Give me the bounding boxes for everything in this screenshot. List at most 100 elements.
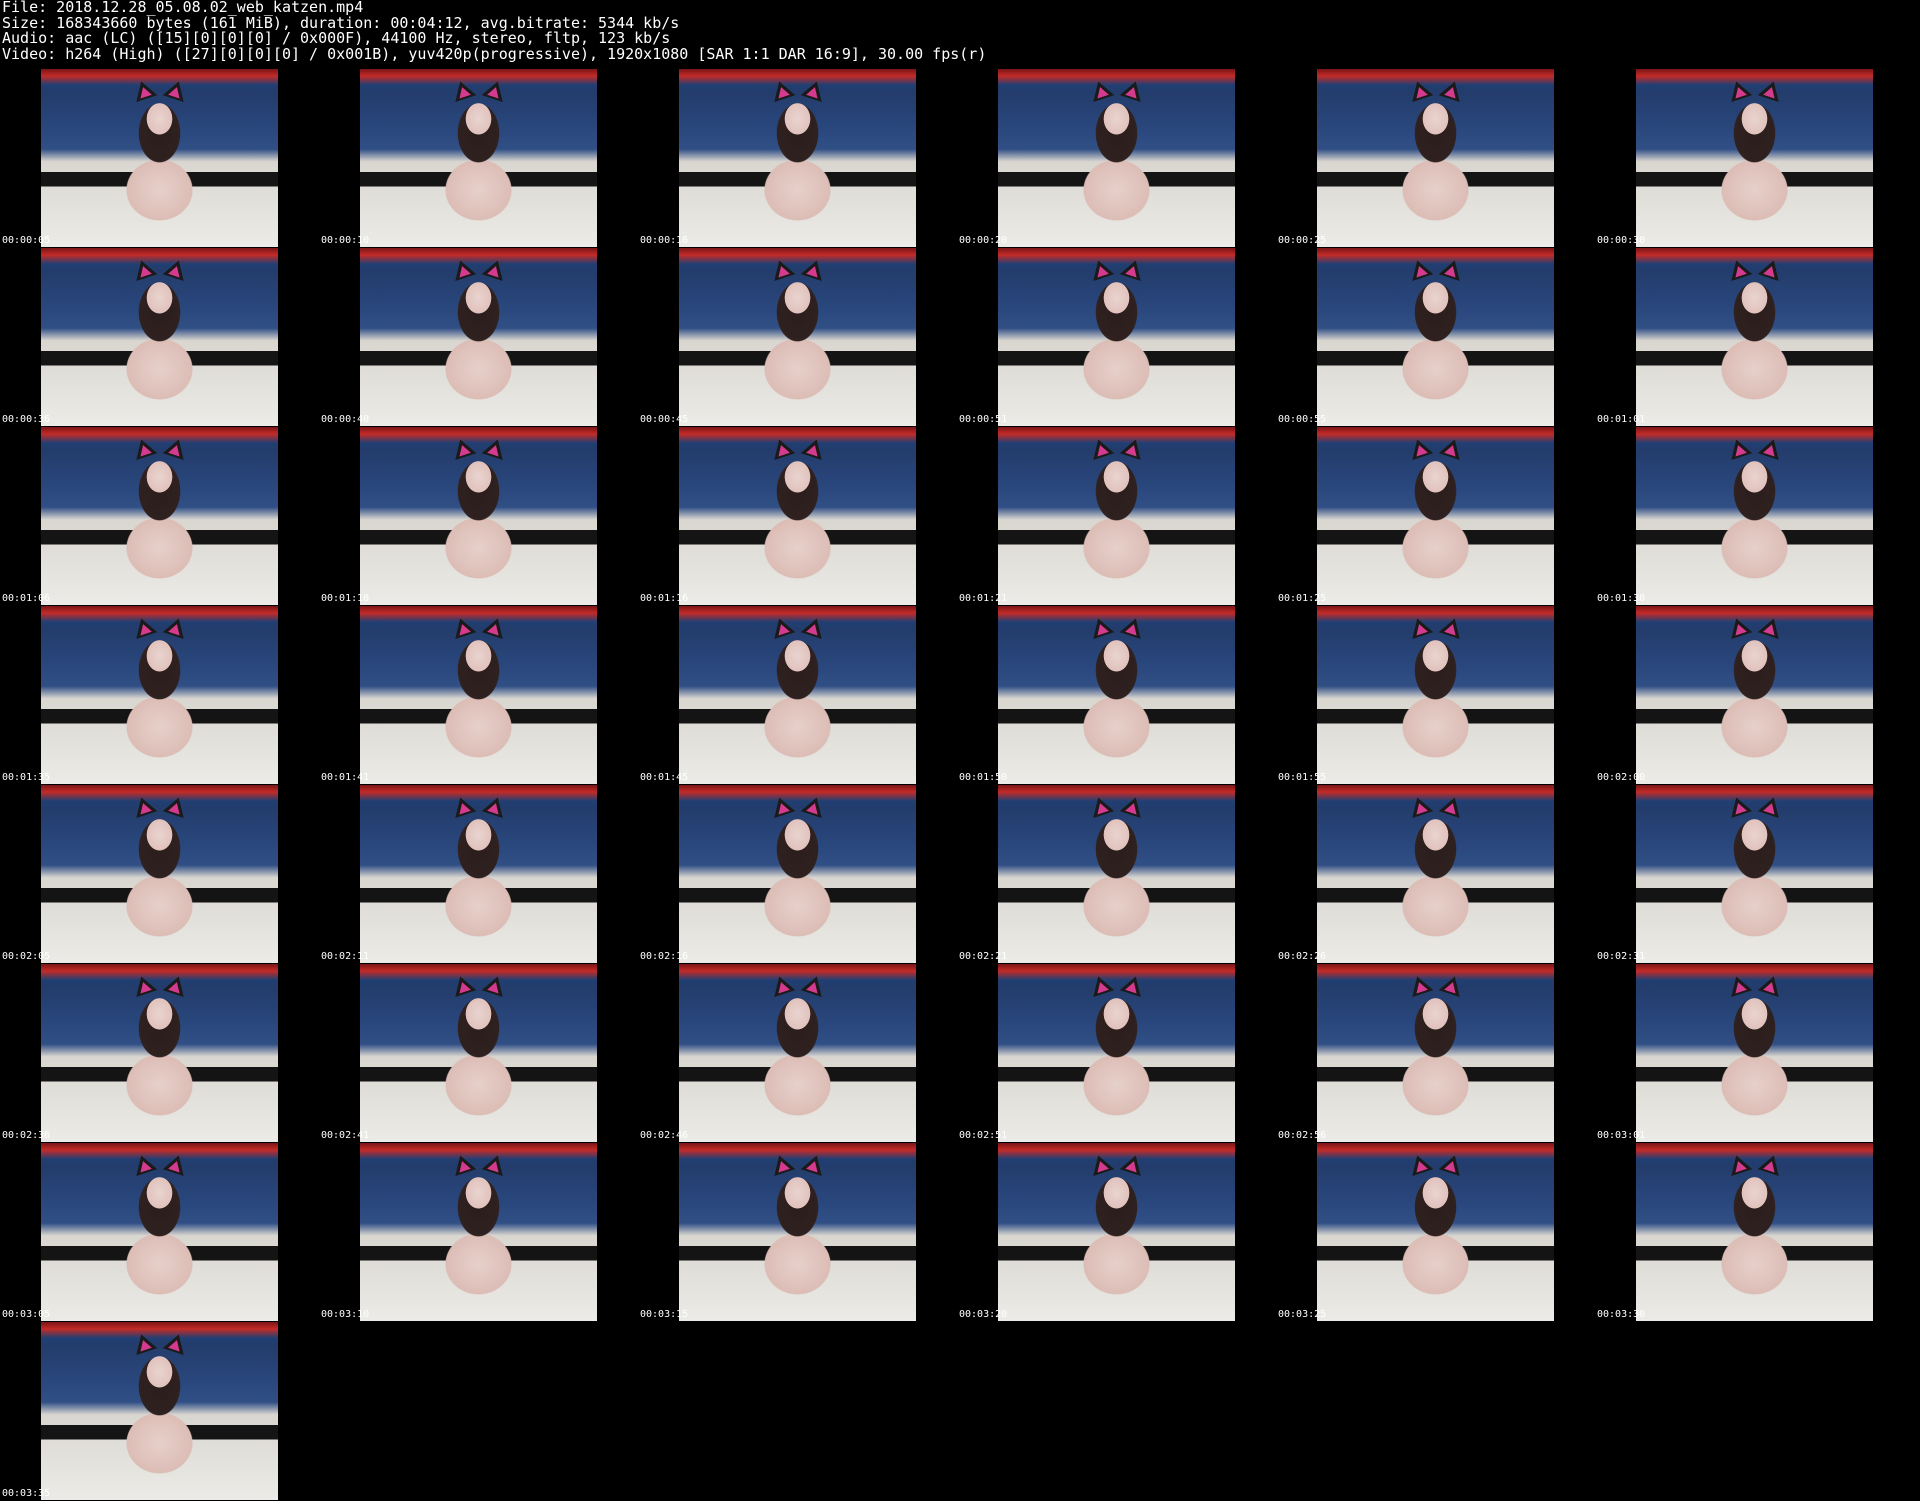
cat-ear-icon	[1757, 973, 1785, 997]
cat-ear-icon	[1725, 257, 1753, 281]
thumbnail: 00:01:30	[1595, 427, 1914, 606]
thumbnail: 00:00:36	[0, 248, 319, 427]
cat-ear-icon	[1406, 436, 1434, 460]
cat-ear-icon	[1087, 973, 1115, 997]
thumbnail-frame-image	[360, 1143, 597, 1321]
cat-ear-icon	[130, 973, 158, 997]
cat-ear-icon	[162, 78, 190, 102]
thumbnail-timestamp: 00:00:30	[1597, 235, 1646, 246]
cat-ear-icon	[1087, 78, 1115, 102]
thumbnail-timestamp: 00:00:16	[640, 235, 689, 246]
thumbnail: 00:02:41	[319, 964, 638, 1143]
thumbnail: 00:03:01	[1595, 964, 1914, 1143]
thumbnail-frame-image	[1317, 427, 1554, 605]
thumbnail-timestamp: 00:00:36	[2, 414, 51, 425]
cat-ear-icon	[1725, 615, 1753, 639]
cat-ear-icon	[162, 794, 190, 818]
cat-ear-icon	[1438, 436, 1466, 460]
thumbnail: 00:00:51	[957, 248, 1276, 427]
thumbnail: 00:02:05	[0, 785, 319, 964]
cat-ear-icon	[481, 78, 509, 102]
cat-ear-icon	[1119, 78, 1147, 102]
cat-ear-icon	[768, 78, 796, 102]
thumbnail-timestamp: 00:01:30	[1597, 593, 1646, 604]
cat-ear-icon	[1406, 1152, 1434, 1176]
thumbnail: 00:01:21	[957, 427, 1276, 606]
cat-ear-icon	[1087, 436, 1115, 460]
cat-ear-icon	[130, 1331, 158, 1355]
thumbnail: 00:02:51	[957, 964, 1276, 1143]
cat-ear-icon	[1757, 257, 1785, 281]
thumbnail: 00:03:35	[0, 1322, 319, 1501]
thumbnail-timestamp: 00:03:05	[2, 1309, 51, 1320]
thumbnail: 00:03:15	[638, 1143, 957, 1322]
thumbnail: 00:03:25	[1276, 1143, 1595, 1322]
cat-ear-icon	[449, 794, 477, 818]
cat-ear-icon	[1438, 794, 1466, 818]
cat-ear-icon	[1406, 615, 1434, 639]
cat-ear-icon	[800, 973, 828, 997]
thumbnail-frame-image	[1636, 785, 1873, 963]
thumbnail-timestamp: 00:01:10	[321, 593, 370, 604]
thumbnail-timestamp: 00:01:50	[959, 772, 1008, 783]
cat-ear-icon	[1119, 257, 1147, 281]
cat-ear-icon	[768, 436, 796, 460]
cat-ear-icon	[1438, 1152, 1466, 1176]
cat-ear-icon	[1757, 78, 1785, 102]
thumbnail-timestamp: 00:01:25	[1278, 593, 1327, 604]
thumbnail-frame-image	[360, 248, 597, 426]
cat-ear-icon	[1725, 973, 1753, 997]
cat-ear-icon	[162, 257, 190, 281]
cat-ear-icon	[449, 1152, 477, 1176]
cat-ear-icon	[768, 973, 796, 997]
cat-ear-icon	[1406, 973, 1434, 997]
cat-ear-icon	[1119, 794, 1147, 818]
thumbnail-timestamp: 00:02:16	[640, 951, 689, 962]
thumbnail: 00:03:10	[319, 1143, 638, 1322]
thumbnail-timestamp: 00:01:01	[1597, 414, 1646, 425]
cat-ear-icon	[1119, 973, 1147, 997]
cat-ear-icon	[1757, 436, 1785, 460]
thumbnail: 00:00:55	[1276, 248, 1595, 427]
thumbnail: 00:03:30	[1595, 1143, 1914, 1322]
thumbnail-timestamp: 00:00:51	[959, 414, 1008, 425]
cat-ear-icon	[449, 615, 477, 639]
thumbnail: 00:02:46	[638, 964, 957, 1143]
cat-ear-icon	[130, 257, 158, 281]
thumbnail-frame-image	[1317, 69, 1554, 247]
thumbnail: 00:01:50	[957, 606, 1276, 785]
thumbnail: 00:03:20	[957, 1143, 1276, 1322]
cat-ear-icon	[1725, 436, 1753, 460]
thumbnail-frame-image	[679, 427, 916, 605]
thumbnail: 00:01:16	[638, 427, 957, 606]
thumbnail: 00:03:05	[0, 1143, 319, 1322]
cat-ear-icon	[162, 973, 190, 997]
cat-ear-icon	[1438, 973, 1466, 997]
cat-ear-icon	[481, 794, 509, 818]
thumbnail-timestamp: 00:02:46	[640, 1130, 689, 1141]
thumbnail-timestamp: 00:01:41	[321, 772, 370, 783]
thumbnail-frame-image	[679, 248, 916, 426]
thumbnail-timestamp: 00:01:16	[640, 593, 689, 604]
thumbnail-frame-image	[998, 427, 1235, 605]
thumbnail-timestamp: 00:01:06	[2, 593, 51, 604]
thumbnail: 00:00:20	[957, 69, 1276, 248]
thumbnail: 00:02:56	[1276, 964, 1595, 1143]
thumbnail: 00:02:00	[1595, 606, 1914, 785]
thumbnail-timestamp: 00:02:00	[1597, 772, 1646, 783]
thumbnail-frame-image	[998, 248, 1235, 426]
thumbnail-timestamp: 00:02:56	[1278, 1130, 1327, 1141]
thumbnail-frame-image	[1317, 248, 1554, 426]
cat-ear-icon	[162, 1152, 190, 1176]
thumbnail-frame-image	[1636, 69, 1873, 247]
file-info-header: File: 2018.12.28_05.08.02_web_katzen.mp4…	[2, 0, 986, 62]
cat-ear-icon	[1119, 1152, 1147, 1176]
thumbnail-frame-image	[360, 606, 597, 784]
cat-ear-icon	[130, 1152, 158, 1176]
thumbnail-frame-image	[41, 69, 278, 247]
cat-ear-icon	[1087, 794, 1115, 818]
thumbnail-frame-image	[998, 785, 1235, 963]
cat-ear-icon	[800, 794, 828, 818]
thumbnail-timestamp: 00:01:21	[959, 593, 1008, 604]
cat-ear-icon	[449, 436, 477, 460]
